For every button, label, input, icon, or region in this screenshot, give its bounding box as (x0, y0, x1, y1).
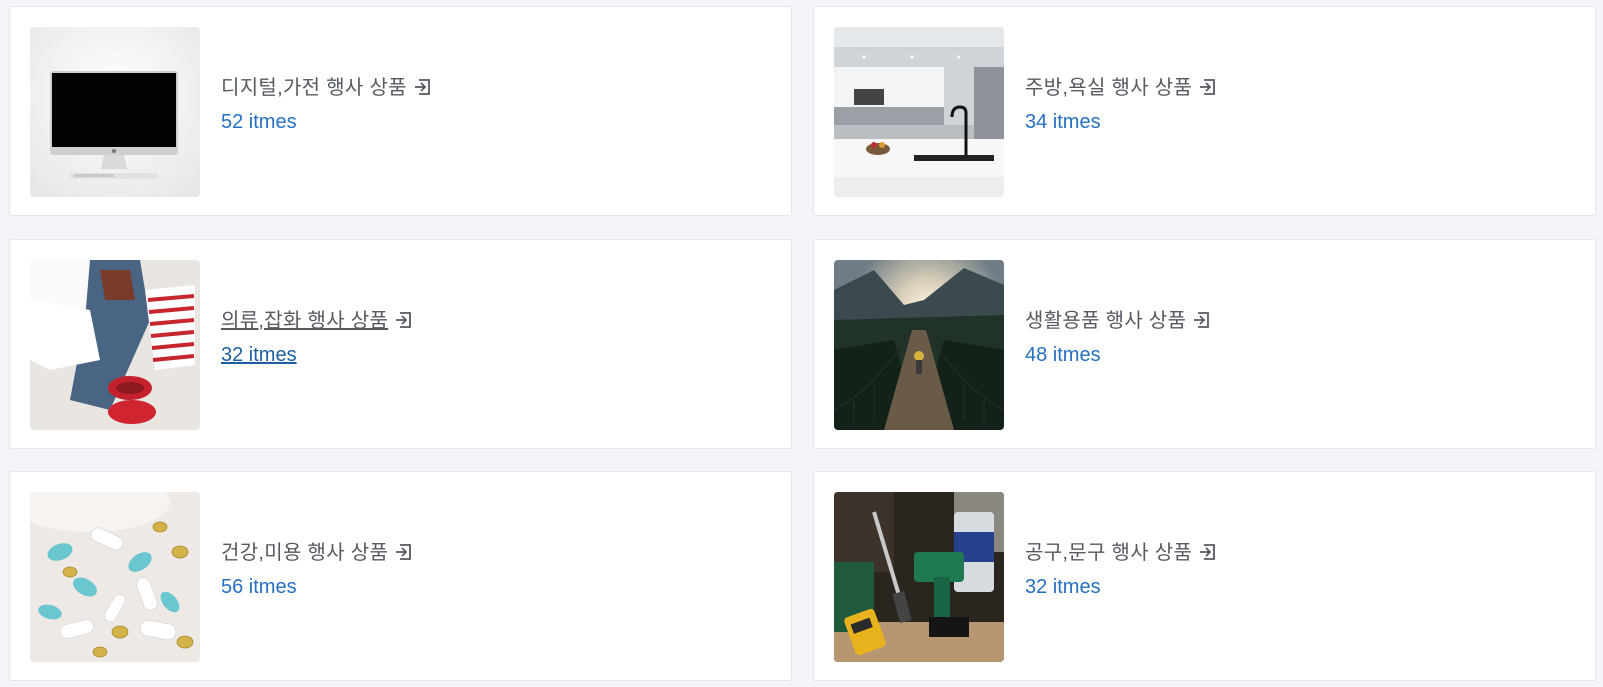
suspension-bridge-image (834, 260, 1004, 430)
enter-arrow-icon[interactable] (1198, 542, 1218, 562)
category-title[interactable]: 공구,문구 행사 상품 (1025, 536, 1192, 565)
folded-clothes-image (30, 260, 200, 430)
category-card-digital[interactable]: 디지털,가전 행사 상품 52 itmes (9, 6, 792, 216)
category-title[interactable]: 생활용품 행사 상품 (1025, 304, 1186, 333)
category-title[interactable]: 주방,욕실 행사 상품 (1025, 71, 1192, 100)
category-item-count[interactable]: 52 itmes (221, 111, 433, 134)
category-image-clothing[interactable] (30, 260, 200, 430)
enter-arrow-icon[interactable] (1192, 310, 1212, 330)
enter-arrow-icon[interactable] (413, 77, 433, 97)
category-image-household[interactable] (834, 260, 1004, 430)
category-image-tools[interactable] (834, 492, 1004, 662)
power-tools-image (834, 492, 1004, 662)
category-item-count[interactable]: 32 itmes (1025, 576, 1218, 599)
pills-image (30, 492, 200, 662)
category-card-kitchen[interactable]: 주방,욕실 행사 상품 34 itmes (813, 6, 1596, 216)
enter-arrow-icon[interactable] (394, 310, 414, 330)
category-item-count[interactable]: 32 itmes (221, 344, 414, 367)
category-title[interactable]: 의류,잡화 행사 상품 (221, 304, 388, 333)
enter-arrow-icon[interactable] (1198, 77, 1218, 97)
enter-arrow-icon[interactable] (394, 542, 414, 562)
category-item-count[interactable]: 48 itmes (1025, 344, 1212, 367)
category-item-count[interactable]: 56 itmes (221, 576, 414, 599)
category-card-clothing[interactable]: 의류,잡화 행사 상품 32 itmes (9, 239, 792, 449)
category-grid: 디지털,가전 행사 상품 52 itmes 주방,욕실 행사 상품 34 itm… (0, 0, 1603, 687)
imac-monitor-image (30, 27, 200, 197)
category-image-kitchen[interactable] (834, 27, 1004, 197)
category-title[interactable]: 건강,미용 행사 상품 (221, 536, 388, 565)
white-kitchen-image (834, 27, 1004, 197)
category-item-count[interactable]: 34 itmes (1025, 111, 1218, 134)
category-image-health[interactable] (30, 492, 200, 662)
category-card-tools[interactable]: 공구,문구 행사 상품 32 itmes (813, 471, 1596, 681)
category-card-household[interactable]: 생활용품 행사 상품 48 itmes (813, 239, 1596, 449)
category-card-health[interactable]: 건강,미용 행사 상품 56 itmes (9, 471, 792, 681)
category-image-digital[interactable] (30, 27, 200, 197)
category-title[interactable]: 디지털,가전 행사 상품 (221, 71, 407, 100)
